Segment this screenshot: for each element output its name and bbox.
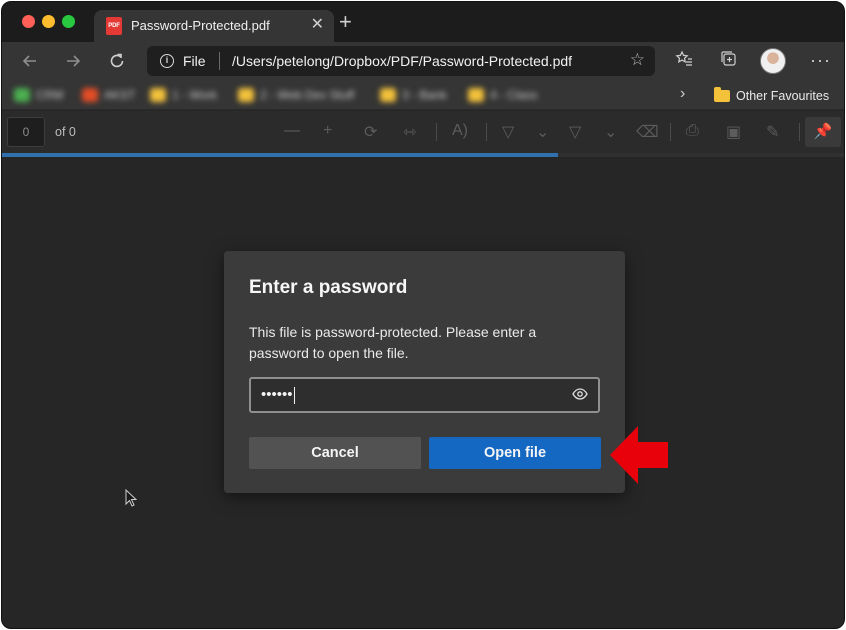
favourite-item[interactable]: AKST — [82, 86, 135, 104]
page-number-input[interactable]: 0 — [7, 117, 45, 147]
toolbar-separator — [436, 123, 437, 141]
url-text[interactable]: /Users/petelong/Dropbox/PDF/Password-Pro… — [232, 53, 572, 69]
scheme-label: File — [183, 53, 206, 69]
folder-icon — [238, 87, 254, 102]
toolbar-separator — [799, 123, 800, 141]
load-progress-fill — [2, 153, 558, 157]
tab-bar: PDF Password-Protected.pdf ✕ + — [2, 2, 844, 42]
print-icon[interactable]: ⎙ — [686, 122, 699, 140]
tab-password-protected[interactable]: PDF Password-Protected.pdf ✕ — [94, 10, 334, 42]
info-icon[interactable]: i — [160, 54, 174, 68]
annotation-arrow-icon — [610, 426, 668, 484]
close-tab-icon[interactable]: ✕ — [311, 16, 324, 34]
close-window-button[interactable] — [22, 15, 35, 28]
star-icon[interactable]: ☆ — [630, 50, 645, 70]
load-progress-bar — [2, 153, 844, 157]
favourite-item[interactable]: CRM — [14, 86, 63, 104]
favourite-item[interactable]: 4 - Class — [468, 86, 537, 104]
mouse-cursor-icon — [125, 489, 137, 507]
favourite-label: 2 - Web Dev Stuff — [260, 87, 355, 102]
more-icon[interactable]: ··· — [810, 50, 831, 71]
dialog-message: This file is password-protected. Please … — [249, 324, 537, 361]
pin-icon[interactable]: 📌 — [805, 117, 841, 147]
favourite-label: CRM — [36, 87, 64, 102]
open-file-button[interactable]: Open file — [429, 437, 601, 469]
favourite-label: 1 - Work — [172, 87, 218, 102]
toolbar-separator — [670, 123, 671, 141]
new-tab-button[interactable]: + — [339, 11, 352, 33]
pdf-file-icon: PDF — [106, 17, 122, 35]
zoom-out-icon[interactable]: — — [284, 122, 300, 140]
pdf-toolbar: 0 of 0 — + ⟳ ⇿ A) ▽ ⌄ ▽ ⌄ ⌫ ⎙ ▣ ✎ 📌 — [2, 111, 844, 153]
address-bar[interactable]: i File /Users/petelong/Dropbox/PDF/Passw… — [147, 46, 655, 76]
cancel-button[interactable]: Cancel — [249, 437, 421, 469]
favourite-item[interactable]: 1 - Work — [150, 86, 217, 104]
folder-icon — [714, 86, 730, 102]
password-dialog: Enter a password This file is password-p… — [224, 251, 625, 493]
rotate-icon[interactable]: ⟳ — [364, 122, 377, 142]
password-value: •••••• — [261, 386, 295, 404]
read-aloud-icon[interactable]: A) — [452, 122, 468, 140]
chevron-down-icon[interactable]: ⌄ — [536, 122, 549, 142]
eye-icon[interactable] — [572, 386, 588, 402]
save-icon[interactable]: ▣ — [726, 122, 741, 142]
password-input[interactable]: •••••• — [249, 377, 600, 413]
other-favourites-label: Other Favourites — [736, 88, 830, 103]
address-separator — [219, 52, 220, 70]
favourite-icon — [14, 87, 30, 102]
favourite-label: 4 - Class — [490, 87, 538, 102]
zoom-window-button[interactable] — [62, 15, 75, 28]
favourite-item[interactable]: 3 - Bank — [380, 86, 447, 104]
forward-icon[interactable] — [60, 48, 86, 74]
draw-icon[interactable]: ▽ — [569, 122, 581, 142]
folder-icon — [468, 87, 484, 102]
toolbar-separator — [486, 123, 487, 141]
browser-window: PDF Password-Protected.pdf ✕ + i File /U… — [1, 1, 845, 629]
profile-avatar[interactable] — [760, 48, 786, 74]
favourite-label: AKST — [104, 87, 136, 102]
dialog-title: Enter a password — [249, 277, 408, 298]
page-total: of 0 — [55, 125, 76, 139]
navigation-toolbar: i File /Users/petelong/Dropbox/PDF/Passw… — [2, 42, 844, 80]
highlight-icon[interactable]: ▽ — [502, 122, 514, 142]
favourite-icon — [82, 87, 98, 102]
eraser-icon[interactable]: ⌫ — [636, 122, 659, 142]
back-icon[interactable] — [17, 48, 43, 74]
favourite-item[interactable]: 2 - Web Dev Stuff — [238, 86, 354, 104]
favorites-icon[interactable] — [675, 50, 693, 73]
folder-icon — [380, 87, 396, 102]
other-favourites[interactable]: Other Favourites — [714, 86, 830, 105]
favourites-overflow-chevron-icon[interactable]: › — [680, 85, 685, 103]
favourites-bar: CRM AKST 1 - Work 2 - Web Dev Stuff 3 - … — [2, 80, 844, 110]
minimize-window-button[interactable] — [42, 15, 55, 28]
save-as-icon[interactable]: ✎ — [766, 122, 779, 142]
collections-icon[interactable] — [720, 50, 738, 73]
favourite-label: 3 - Bank — [402, 87, 447, 102]
fit-page-icon[interactable]: ⇿ — [403, 122, 416, 142]
tab-title: Password-Protected.pdf — [131, 18, 270, 33]
chevron-down-icon[interactable]: ⌄ — [604, 122, 617, 142]
zoom-in-icon[interactable]: + — [323, 122, 332, 140]
folder-icon — [150, 87, 166, 102]
refresh-icon[interactable] — [104, 48, 130, 74]
